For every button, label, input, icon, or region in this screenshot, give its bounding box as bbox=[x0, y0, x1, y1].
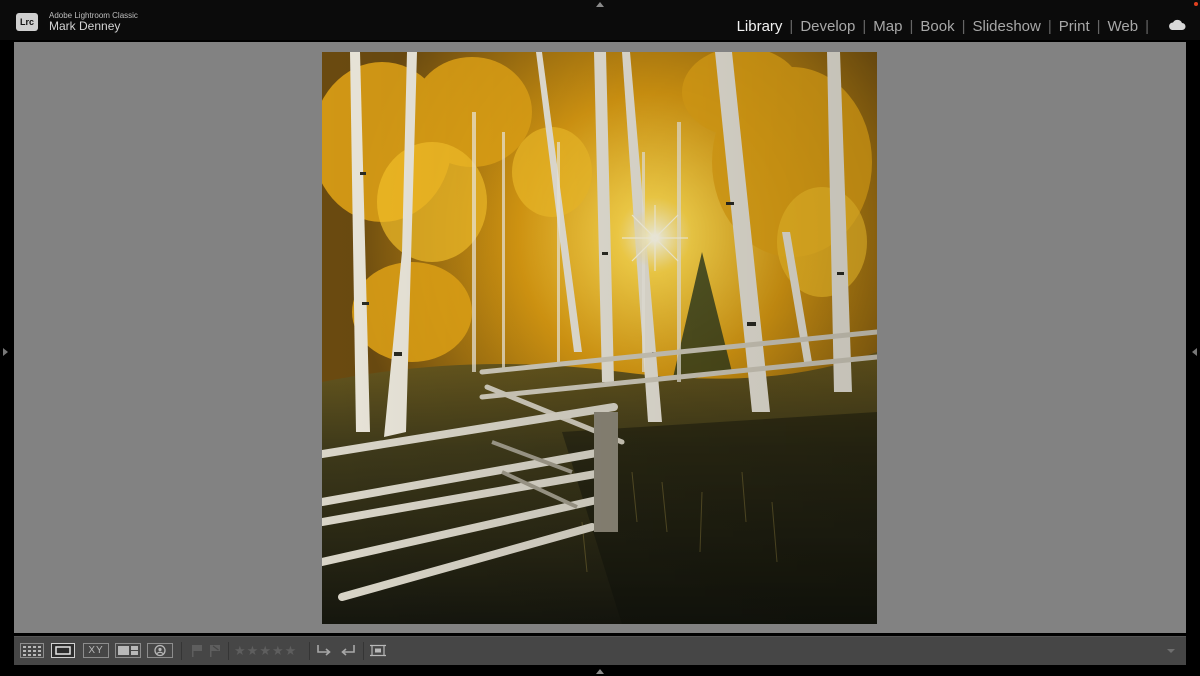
crop-overlay-icon[interactable] bbox=[369, 643, 387, 658]
module-picker: Library | Develop | Map | Book | Slidesh… bbox=[737, 16, 1156, 36]
module-separator: | bbox=[789, 17, 794, 35]
collapse-top-panel-arrow-icon[interactable] bbox=[596, 2, 604, 7]
module-book[interactable]: Book bbox=[920, 18, 954, 35]
toolbar-divider bbox=[363, 642, 364, 660]
cloud-icon[interactable] bbox=[1168, 19, 1186, 31]
activity-indicator bbox=[1194, 2, 1198, 6]
show-right-panel-arrow-icon[interactable] bbox=[1192, 348, 1197, 356]
star-3-icon[interactable]: ★ bbox=[259, 643, 272, 658]
show-left-panel-arrow-icon[interactable] bbox=[3, 348, 8, 356]
module-separator: | bbox=[1145, 17, 1149, 35]
module-separator: | bbox=[1096, 17, 1101, 35]
toolbar-divider bbox=[181, 642, 182, 660]
star-rating[interactable]: ★★★★★ bbox=[234, 643, 304, 658]
collapse-filmstrip-arrow-icon[interactable] bbox=[596, 669, 604, 674]
module-separator: | bbox=[909, 17, 914, 35]
loupe-view bbox=[14, 42, 1186, 633]
people-view-icon[interactable] bbox=[147, 643, 173, 658]
rotate-right-icon[interactable] bbox=[339, 643, 357, 658]
identity-user-name: Mark Denney bbox=[49, 19, 121, 33]
toolbar-menu-icon[interactable] bbox=[1164, 643, 1178, 658]
flag-reject-icon[interactable] bbox=[208, 643, 222, 658]
module-separator: | bbox=[961, 17, 966, 35]
survey-view-icon[interactable] bbox=[115, 643, 141, 658]
module-library[interactable]: Library bbox=[737, 18, 783, 35]
module-slideshow[interactable]: Slideshow bbox=[972, 18, 1040, 35]
compare-view-button[interactable]: XY bbox=[83, 643, 109, 658]
star-4-icon[interactable]: ★ bbox=[272, 643, 285, 658]
library-toolbar: XY ★★★★★ bbox=[14, 636, 1186, 665]
module-web[interactable]: Web bbox=[1108, 18, 1139, 35]
star-1-icon[interactable]: ★ bbox=[234, 643, 247, 658]
module-separator: | bbox=[1047, 17, 1052, 35]
flag-pick-icon[interactable] bbox=[190, 643, 204, 658]
loupe-view-icon[interactable] bbox=[51, 643, 75, 658]
grid-view-icon[interactable] bbox=[20, 643, 44, 658]
module-print[interactable]: Print bbox=[1059, 18, 1090, 35]
lrc-logo: Lrc bbox=[16, 13, 38, 31]
module-separator: | bbox=[862, 17, 867, 35]
toolbar-divider bbox=[228, 642, 229, 660]
module-develop[interactable]: Develop bbox=[800, 18, 855, 35]
rotate-left-icon[interactable] bbox=[315, 643, 333, 658]
toolbar-divider bbox=[309, 642, 310, 660]
identity-plate-bar: Lrc Adobe Lightroom Classic Mark Denney … bbox=[0, 0, 1200, 40]
photo-preview[interactable] bbox=[322, 52, 877, 624]
star-5-icon[interactable]: ★ bbox=[285, 643, 298, 658]
star-2-icon[interactable]: ★ bbox=[247, 643, 260, 658]
module-map[interactable]: Map bbox=[873, 18, 902, 35]
